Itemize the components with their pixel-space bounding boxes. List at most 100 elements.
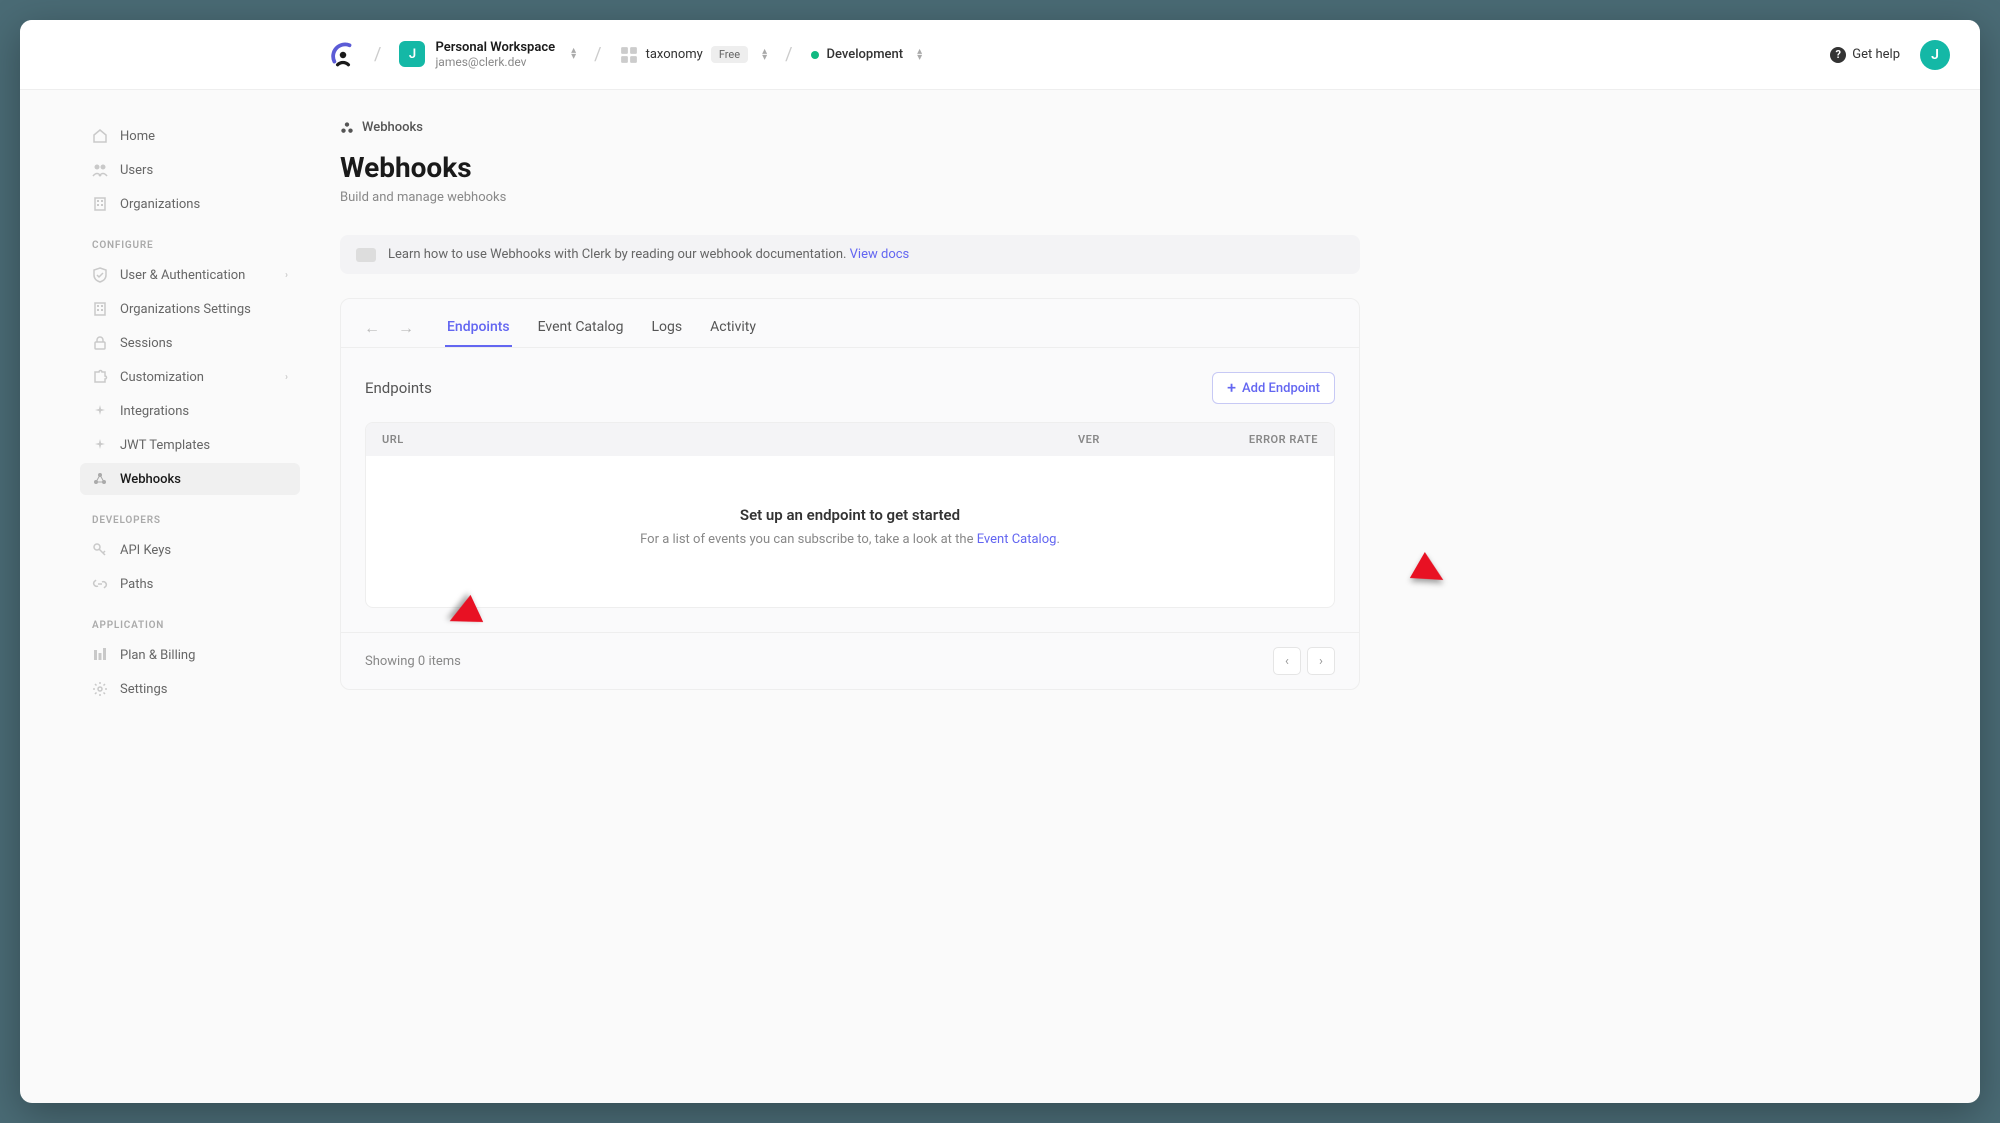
nav-label: Paths <box>120 577 153 592</box>
clerk-logo-icon <box>330 42 356 68</box>
sidebar-item-organizations-settings[interactable]: Organizations Settings <box>80 293 300 325</box>
separator: / <box>594 44 601 65</box>
chevron-updown-icon: ▴▾ <box>571 48 576 60</box>
user-avatar[interactable]: J <box>1920 40 1950 70</box>
nav-section-application: APPLICATION <box>80 602 300 639</box>
add-endpoint-button[interactable]: + Add Endpoint <box>1212 372 1335 404</box>
main-content: Webhooks Webhooks Build and manage webho… <box>320 90 1420 1103</box>
tab-logs[interactable]: Logs <box>650 309 685 347</box>
tab-activity[interactable]: Activity <box>708 309 758 347</box>
banner-text: Learn how to use Webhooks with Clerk by … <box>388 247 850 262</box>
empty-title: Set up an endpoint to get started <box>386 506 1314 524</box>
help-label: Get help <box>1852 47 1900 62</box>
status-dot-icon <box>811 51 819 59</box>
column-ver: VER <box>1078 433 1198 446</box>
tab-event-catalog[interactable]: Event Catalog <box>536 309 626 347</box>
sidebar-item-jwt-templates[interactable]: JWT Templates <box>80 429 300 461</box>
environment-label: Development <box>827 47 904 62</box>
plan-badge: Free <box>711 46 748 63</box>
top-bar: / J Personal Workspace james@clerk.dev ▴… <box>20 20 1980 90</box>
tabs-forward-button[interactable]: → <box>393 315 419 341</box>
nav-label: Integrations <box>120 404 189 419</box>
key-icon <box>92 542 108 558</box>
shield-icon <box>92 267 108 283</box>
users-icon <box>92 162 108 178</box>
plus-icon: + <box>1227 380 1236 396</box>
items-count: Showing 0 items <box>365 654 461 669</box>
info-banner: Learn how to use Webhooks with Clerk by … <box>340 235 1360 274</box>
puzzle-icon <box>92 369 108 385</box>
chevron-updown-icon: ▴▾ <box>917 49 922 61</box>
column-error-rate: ERROR RATE <box>1198 433 1318 446</box>
sidebar-item-user-authentication[interactable]: User & Authentication › <box>80 259 300 291</box>
event-catalog-link[interactable]: Event Catalog <box>977 532 1057 547</box>
column-url: URL <box>382 433 1078 446</box>
page-title: Webhooks <box>340 151 1360 184</box>
nav-label: Organizations <box>120 197 200 212</box>
sidebar-item-organizations[interactable]: Organizations <box>80 188 300 220</box>
sidebar-item-webhooks[interactable]: Webhooks <box>80 463 300 495</box>
workspace-avatar: J <box>399 41 425 67</box>
gear-icon <box>92 681 108 697</box>
workspace-name: Personal Workspace <box>435 40 555 56</box>
nav-label: User & Authentication <box>120 268 245 283</box>
separator: / <box>785 44 792 65</box>
sidebar-item-sessions[interactable]: Sessions <box>80 327 300 359</box>
docs-icon <box>356 248 376 262</box>
sidebar-item-paths[interactable]: Paths <box>80 568 300 600</box>
lock-icon <box>92 335 108 351</box>
workspace-selector[interactable]: J Personal Workspace james@clerk.dev ▴▾ <box>399 40 576 70</box>
nav-label: API Keys <box>120 543 171 558</box>
empty-text: For a list of events you can subscribe t… <box>640 532 977 547</box>
home-icon <box>92 128 108 144</box>
nav-label: Sessions <box>120 336 173 351</box>
nav-label: Webhooks <box>120 472 181 487</box>
sidebar-item-integrations[interactable]: Integrations <box>80 395 300 427</box>
nav-label: Users <box>120 163 153 178</box>
sparkle-icon <box>92 437 108 453</box>
breadcrumb: Webhooks <box>340 120 1360 135</box>
endpoints-panel: ← → Endpoints Event Catalog Logs Activity E… <box>340 298 1360 690</box>
project-selector[interactable]: taxonomy Free ▴▾ <box>620 46 767 64</box>
sidebar-item-home[interactable]: Home <box>80 120 300 152</box>
workspace-email: james@clerk.dev <box>435 55 555 69</box>
page-prev-button[interactable]: ‹ <box>1273 647 1301 675</box>
empty-state: Set up an endpoint to get started For a … <box>366 456 1334 607</box>
page-subtitle: Build and manage webhooks <box>340 190 1360 205</box>
nav-label: Organizations Settings <box>120 302 251 317</box>
help-icon: ? <box>1830 47 1846 63</box>
tab-endpoints[interactable]: Endpoints <box>445 309 512 347</box>
sidebar-item-plan-billing[interactable]: Plan & Billing <box>80 639 300 671</box>
project-icon <box>620 46 638 64</box>
nav-section-developers: DEVELOPERS <box>80 497 300 534</box>
nav-section-configure: CONFIGURE <box>80 222 300 259</box>
sidebar-item-api-keys[interactable]: API Keys <box>80 534 300 566</box>
org-icon <box>92 196 108 212</box>
page-next-button[interactable]: › <box>1307 647 1335 675</box>
tabs-back-button[interactable]: ← <box>359 315 385 341</box>
billing-icon <box>92 647 108 663</box>
sidebar-item-users[interactable]: Users <box>80 154 300 186</box>
webhook-icon <box>92 471 108 487</box>
chevron-right-icon: › <box>285 270 288 281</box>
chevron-updown-icon: ▴▾ <box>762 49 767 61</box>
nav-label: Home <box>120 129 155 144</box>
nav-label: Plan & Billing <box>120 648 195 663</box>
webhook-icon <box>340 121 354 135</box>
chevron-right-icon: › <box>285 372 288 383</box>
section-title: Endpoints <box>365 379 432 397</box>
org-icon <box>92 301 108 317</box>
view-docs-link[interactable]: View docs <box>850 247 910 262</box>
project-name: taxonomy <box>646 47 703 62</box>
sparkle-icon <box>92 403 108 419</box>
separator: / <box>374 44 381 65</box>
sidebar-item-settings[interactable]: Settings <box>80 673 300 705</box>
get-help-button[interactable]: ? Get help <box>1830 47 1900 63</box>
sidebar: Home Users Organizations CONFIGURE User & … <box>20 90 320 1103</box>
environment-selector[interactable]: Development ▴▾ <box>811 47 923 62</box>
endpoints-table: URL VER ERROR RATE Set up an endpoint to… <box>365 422 1335 608</box>
nav-label: Customization <box>120 370 204 385</box>
nav-label: Settings <box>120 682 167 697</box>
sidebar-item-customization[interactable]: Customization › <box>80 361 300 393</box>
nav-label: JWT Templates <box>120 438 210 453</box>
